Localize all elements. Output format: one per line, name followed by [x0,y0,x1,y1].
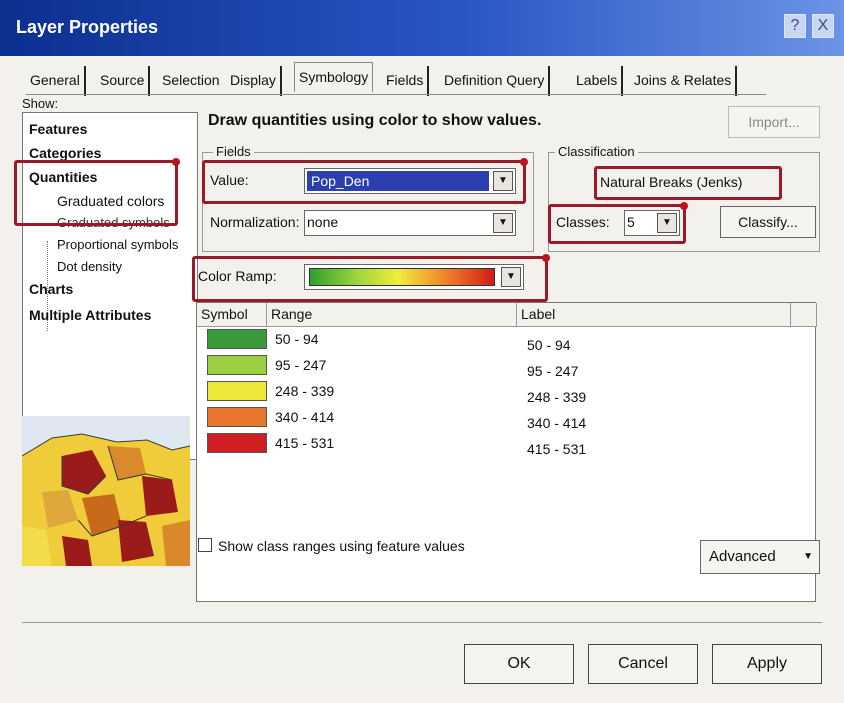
symbol-column-header[interactable]: Symbol [197,303,267,327]
footer-divider [22,622,822,623]
tab-general[interactable]: General [26,66,86,96]
map-preview-graphic [22,416,190,566]
extra-column-header [791,303,817,327]
tab-display[interactable]: Display [226,66,282,96]
highlight-quantities [14,158,180,226]
tree-item-proportional-symbols[interactable]: Proportional symbols [57,237,178,252]
class-range[interactable]: 415 - 531 [275,435,334,451]
layer-properties-dialog: General Source Selection Display Symbolo… [8,56,836,696]
tab-divider [26,94,766,95]
class-symbol-swatch[interactable] [207,407,267,427]
highlight-value-field [202,158,528,204]
tab-symbology[interactable]: Symbology [294,62,374,92]
normalization-dropdown[interactable]: none ▼ [304,210,516,236]
import-button[interactable]: Import... [728,106,820,138]
class-symbol-swatch[interactable] [207,433,267,453]
advanced-button[interactable]: Advanced ▼ [700,540,820,574]
class-symbol-swatch[interactable] [207,381,267,401]
range-column-header[interactable]: Range [267,303,517,327]
highlight-classification-method [594,166,782,200]
label-column-header[interactable]: Label [517,303,791,327]
tree-item-dot-density[interactable]: Dot density [57,259,122,274]
class-range[interactable]: 248 - 339 [275,383,334,399]
advanced-button-label: Advanced [709,548,776,565]
show-label: Show: [22,96,59,111]
normalization-value: none [307,214,339,230]
tab-source[interactable]: Source [96,66,151,96]
title-bar: Layer Properties ? X [0,0,844,56]
tab-joins-relates[interactable]: Joins & Relates [630,66,738,96]
tab-fields[interactable]: Fields [382,66,430,96]
chevron-down-icon[interactable]: ▼ [493,213,513,233]
show-class-ranges-checkbox[interactable] [198,538,212,552]
class-label[interactable]: 340 - 414 [527,415,586,431]
class-label[interactable]: 95 - 247 [527,363,578,379]
tab-definition-query[interactable]: Definition Query [440,66,551,96]
tree-item-multiple-attributes[interactable]: Multiple Attributes [29,307,151,323]
class-range[interactable]: 340 - 414 [275,409,334,425]
show-class-ranges-label[interactable]: Show class ranges using feature values [218,538,465,554]
chevron-down-icon: ▼ [803,551,813,562]
window-title: Layer Properties [16,17,159,37]
ok-button[interactable]: OK [464,644,574,684]
classification-group-title: Classification [555,144,638,159]
map-preview-image [22,416,190,566]
highlight-color-ramp [192,254,550,302]
class-range[interactable]: 50 - 94 [275,331,319,347]
renderer-description: Draw quantities using color to show valu… [208,112,542,129]
tab-selection[interactable]: Selection [158,66,224,96]
tree-item-features[interactable]: Features [29,121,87,137]
tree-item-categories[interactable]: Categories [29,145,101,161]
highlight-classes [548,202,688,244]
class-symbol-swatch[interactable] [207,329,267,349]
help-icon[interactable]: ? [784,14,806,38]
class-range[interactable]: 95 - 247 [275,357,326,373]
apply-button[interactable]: Apply [712,644,822,684]
class-label[interactable]: 248 - 339 [527,389,586,405]
normalization-label: Normalization: [210,214,300,230]
close-icon[interactable]: X [812,14,834,38]
tree-item-charts[interactable]: Charts [29,281,73,297]
tab-labels[interactable]: Labels [572,66,624,96]
class-label[interactable]: 415 - 531 [527,441,586,457]
cancel-button[interactable]: Cancel [588,644,698,684]
class-label[interactable]: 50 - 94 [527,337,571,353]
class-symbol-swatch[interactable] [207,355,267,375]
fields-group-title: Fields [213,144,254,159]
classify-button[interactable]: Classify... [720,206,816,238]
